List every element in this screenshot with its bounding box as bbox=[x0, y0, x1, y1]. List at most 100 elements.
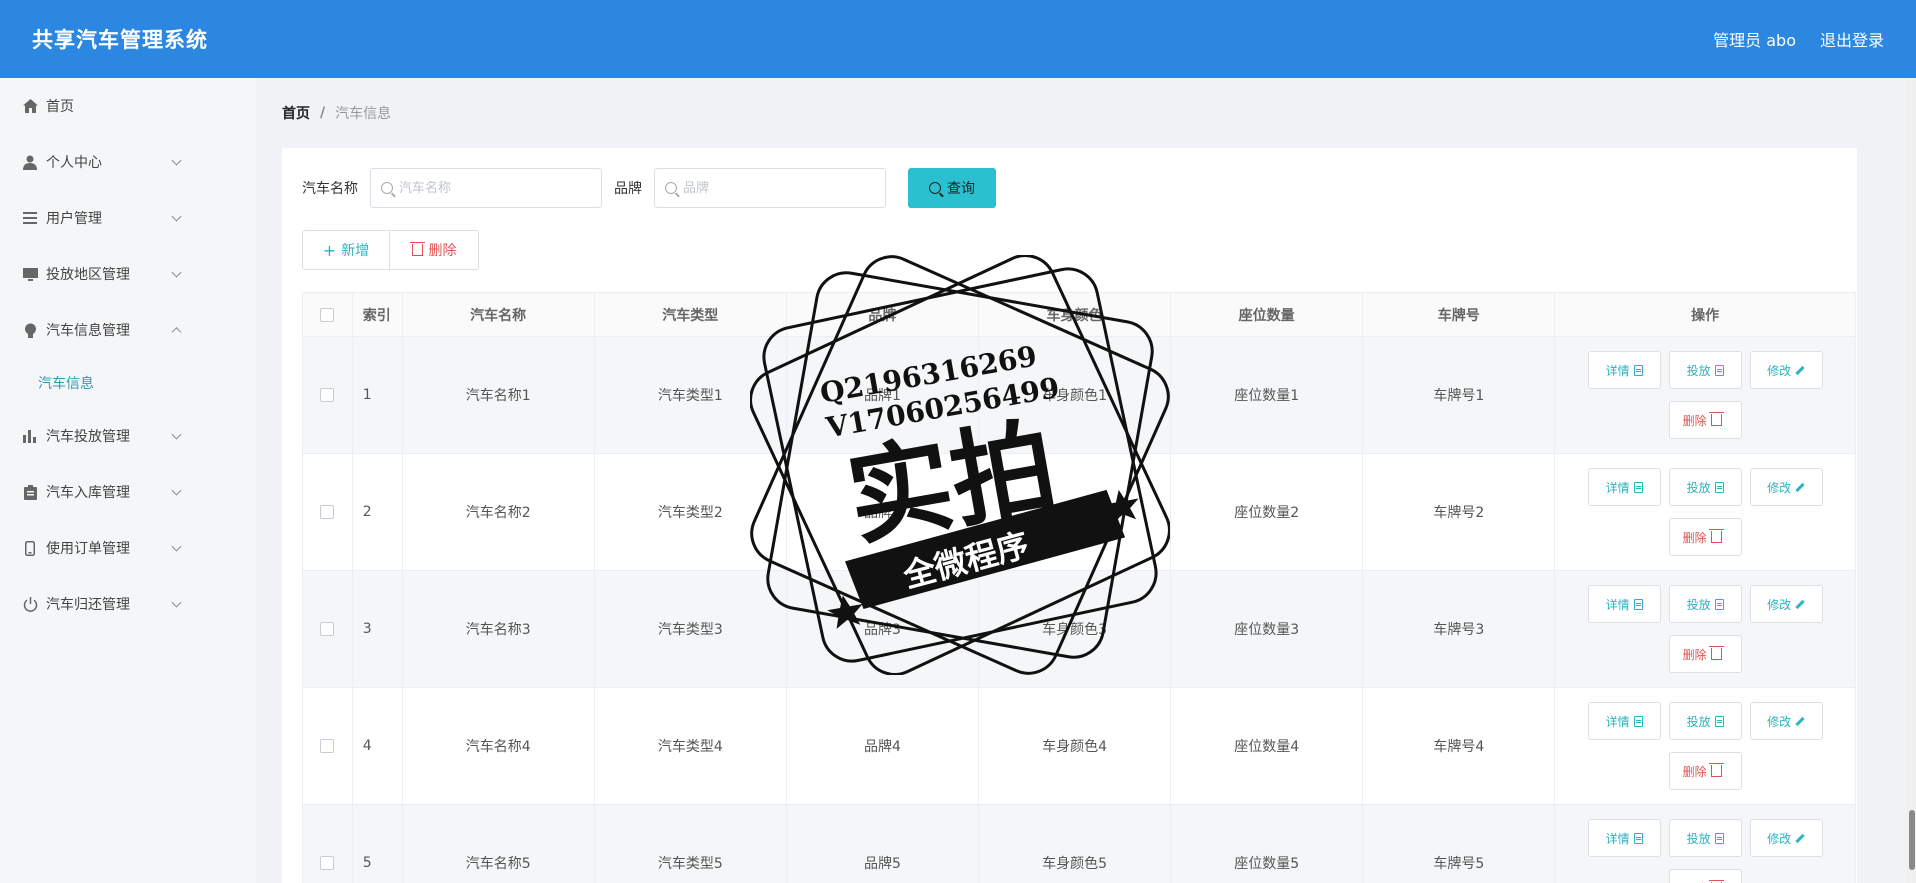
cell-index: 3 bbox=[353, 571, 403, 687]
deploy-label: 投放 bbox=[1686, 480, 1711, 495]
cell-plate: 车牌号5 bbox=[1363, 805, 1556, 883]
operation-buttons: 详情 投放 修改删除 bbox=[1587, 819, 1823, 883]
row-checkbox[interactable] bbox=[320, 388, 335, 402]
deploy-button[interactable]: 投放 bbox=[1668, 351, 1742, 389]
delete-button[interactable]: 删除 bbox=[1668, 752, 1742, 790]
cell-seats: 座位数量4 bbox=[1171, 688, 1364, 804]
document-icon bbox=[1714, 715, 1724, 727]
sidebar: 首页 个人中心 用户管理 投放地区管理 汽车信息管理 汽车信息 汽车投放管理 汽… bbox=[0, 78, 256, 883]
deploy-button[interactable]: 投放 bbox=[1668, 468, 1742, 506]
sidebar-item-profile[interactable]: 个人中心 bbox=[0, 134, 256, 190]
deploy-button[interactable]: 投放 bbox=[1668, 702, 1742, 740]
sidebar-item-label: 汽车归还管理 bbox=[46, 597, 130, 613]
deploy-label: 投放 bbox=[1686, 714, 1711, 729]
power-icon bbox=[22, 596, 38, 612]
deploy-label: 投放 bbox=[1686, 363, 1711, 378]
app-title: 共享汽车管理系统 bbox=[32, 28, 208, 52]
batch-delete-button[interactable]: 删除 bbox=[390, 230, 479, 270]
delete-button[interactable]: 删除 bbox=[1668, 401, 1742, 439]
delete-button[interactable]: 删除 bbox=[1668, 635, 1742, 673]
sidebar-item-orders[interactable]: 使用订单管理 bbox=[0, 520, 256, 576]
car-name-input[interactable] bbox=[399, 180, 589, 196]
cell-car-name: 汽车名称4 bbox=[403, 688, 595, 804]
cell-brand: 品牌1 bbox=[787, 337, 979, 453]
sidebar-item-regions[interactable]: 投放地区管理 bbox=[0, 246, 256, 302]
main-panel: 汽车名称 品牌 查询 + 新增 删除 索引 汽车名称 汽车类型 bbox=[282, 148, 1857, 883]
cell-car-type: 汽车类型5 bbox=[595, 805, 787, 883]
sidebar-item-car-deploy[interactable]: 汽车投放管理 bbox=[0, 408, 256, 464]
brand-search-box[interactable] bbox=[654, 168, 886, 208]
select-all-checkbox[interactable] bbox=[320, 307, 335, 322]
table-row: 2 汽车名称2 汽车类型2 品牌2 车身颜色2 座位数量2 车牌号2 详情 投放 修改 删除 bbox=[303, 454, 1855, 571]
table-header: 索引 汽车名称 汽车类型 品牌 车身颜色 座位数量 车牌号 操作 bbox=[303, 293, 1855, 337]
bar-chart-icon bbox=[22, 428, 38, 444]
car-name-search-box[interactable] bbox=[370, 168, 602, 208]
cell-car-type: 汽车类型4 bbox=[595, 688, 787, 804]
cell-color: 车身颜色4 bbox=[979, 688, 1172, 804]
sidebar-item-home[interactable]: 首页 bbox=[0, 78, 256, 134]
edit-button[interactable]: 修改 bbox=[1749, 351, 1823, 389]
sidebar-item-car-return[interactable]: 汽车归还管理 bbox=[0, 576, 256, 632]
detail-label: 详情 bbox=[1605, 831, 1630, 846]
detail-button[interactable]: 详情 bbox=[1587, 468, 1661, 506]
page-scrollbar[interactable] bbox=[1906, 78, 1916, 883]
breadcrumb-home[interactable]: 首页 bbox=[282, 103, 310, 123]
column-header: 品牌 bbox=[787, 293, 979, 336]
current-user: 管理员 abo bbox=[1713, 31, 1796, 50]
edit-button[interactable]: 修改 bbox=[1749, 468, 1823, 506]
delete-button[interactable]: 删除 bbox=[1668, 518, 1742, 556]
cell-car-name: 汽车名称1 bbox=[403, 337, 595, 453]
cell-operations: 详情 投放 修改删除 bbox=[1555, 688, 1855, 804]
query-button[interactable]: 查询 bbox=[908, 168, 996, 208]
table-row: 4 汽车名称4 汽车类型4 品牌4 车身颜色4 座位数量4 车牌号4 详情 投放 修改 删除 bbox=[303, 688, 1855, 805]
document-icon bbox=[1714, 598, 1724, 610]
operation-buttons: 详情 投放 修改删除 bbox=[1587, 702, 1823, 790]
delete-label: 删除 bbox=[1682, 647, 1707, 662]
deploy-button[interactable]: 投放 bbox=[1668, 585, 1742, 623]
plus-icon: + bbox=[322, 240, 337, 260]
sidebar-subitem-car-info[interactable]: 汽车信息 bbox=[0, 358, 256, 408]
detail-button[interactable]: 详情 bbox=[1587, 585, 1661, 623]
edit-button[interactable]: 修改 bbox=[1749, 585, 1823, 623]
row-checkbox[interactable] bbox=[320, 622, 335, 636]
chevron-up-icon bbox=[171, 327, 182, 338]
monitor-icon bbox=[22, 266, 38, 282]
detail-button[interactable]: 详情 bbox=[1587, 351, 1661, 389]
trash-icon bbox=[1708, 529, 1724, 543]
edit-button[interactable]: 修改 bbox=[1749, 702, 1823, 740]
sidebar-item-users[interactable]: 用户管理 bbox=[0, 190, 256, 246]
detail-button[interactable]: 详情 bbox=[1587, 702, 1661, 740]
chevron-down-icon bbox=[171, 155, 182, 166]
edit-button[interactable]: 修改 bbox=[1749, 819, 1823, 857]
add-button[interactable]: + 新增 bbox=[302, 230, 390, 270]
logout-link[interactable]: 退出登录 bbox=[1820, 27, 1884, 51]
cell-color: 车身颜色1 bbox=[979, 337, 1172, 453]
detail-button[interactable]: 详情 bbox=[1587, 819, 1661, 857]
sidebar-item-car-storage[interactable]: 汽车入库管理 bbox=[0, 464, 256, 520]
breadcrumb: 首页 / 汽车信息 bbox=[282, 100, 391, 126]
document-icon bbox=[1633, 715, 1643, 727]
cell-plate: 车牌号1 bbox=[1363, 337, 1556, 453]
cell-car-type: 汽车类型3 bbox=[595, 571, 787, 687]
sidebar-item-car-info-mgmt[interactable]: 汽车信息管理 bbox=[0, 302, 256, 358]
row-checkbox[interactable] bbox=[320, 739, 335, 753]
sidebar-item-label: 汽车入库管理 bbox=[46, 485, 130, 501]
row-checkbox[interactable] bbox=[320, 856, 335, 870]
operation-buttons: 详情 投放 修改删除 bbox=[1587, 468, 1823, 556]
delete-button[interactable]: 删除 bbox=[1668, 869, 1742, 883]
detail-label: 详情 bbox=[1605, 597, 1630, 612]
deploy-button[interactable]: 投放 bbox=[1668, 819, 1742, 857]
detail-label: 详情 bbox=[1605, 363, 1630, 378]
row-checkbox[interactable] bbox=[320, 505, 335, 519]
delete-label: 删除 bbox=[1683, 880, 1707, 883]
brand-input[interactable] bbox=[683, 180, 873, 196]
cell-car-name: 汽车名称5 bbox=[403, 805, 595, 883]
sidebar-item-label: 投放地区管理 bbox=[46, 267, 130, 283]
trash-icon bbox=[1708, 763, 1724, 777]
scrollbar-thumb[interactable] bbox=[1909, 810, 1915, 870]
document-icon bbox=[1633, 832, 1643, 844]
cell-brand: 品牌2 bbox=[787, 454, 979, 570]
trash-icon bbox=[1708, 646, 1724, 660]
column-header: 汽车类型 bbox=[595, 293, 787, 336]
cell-index: 4 bbox=[353, 688, 403, 804]
